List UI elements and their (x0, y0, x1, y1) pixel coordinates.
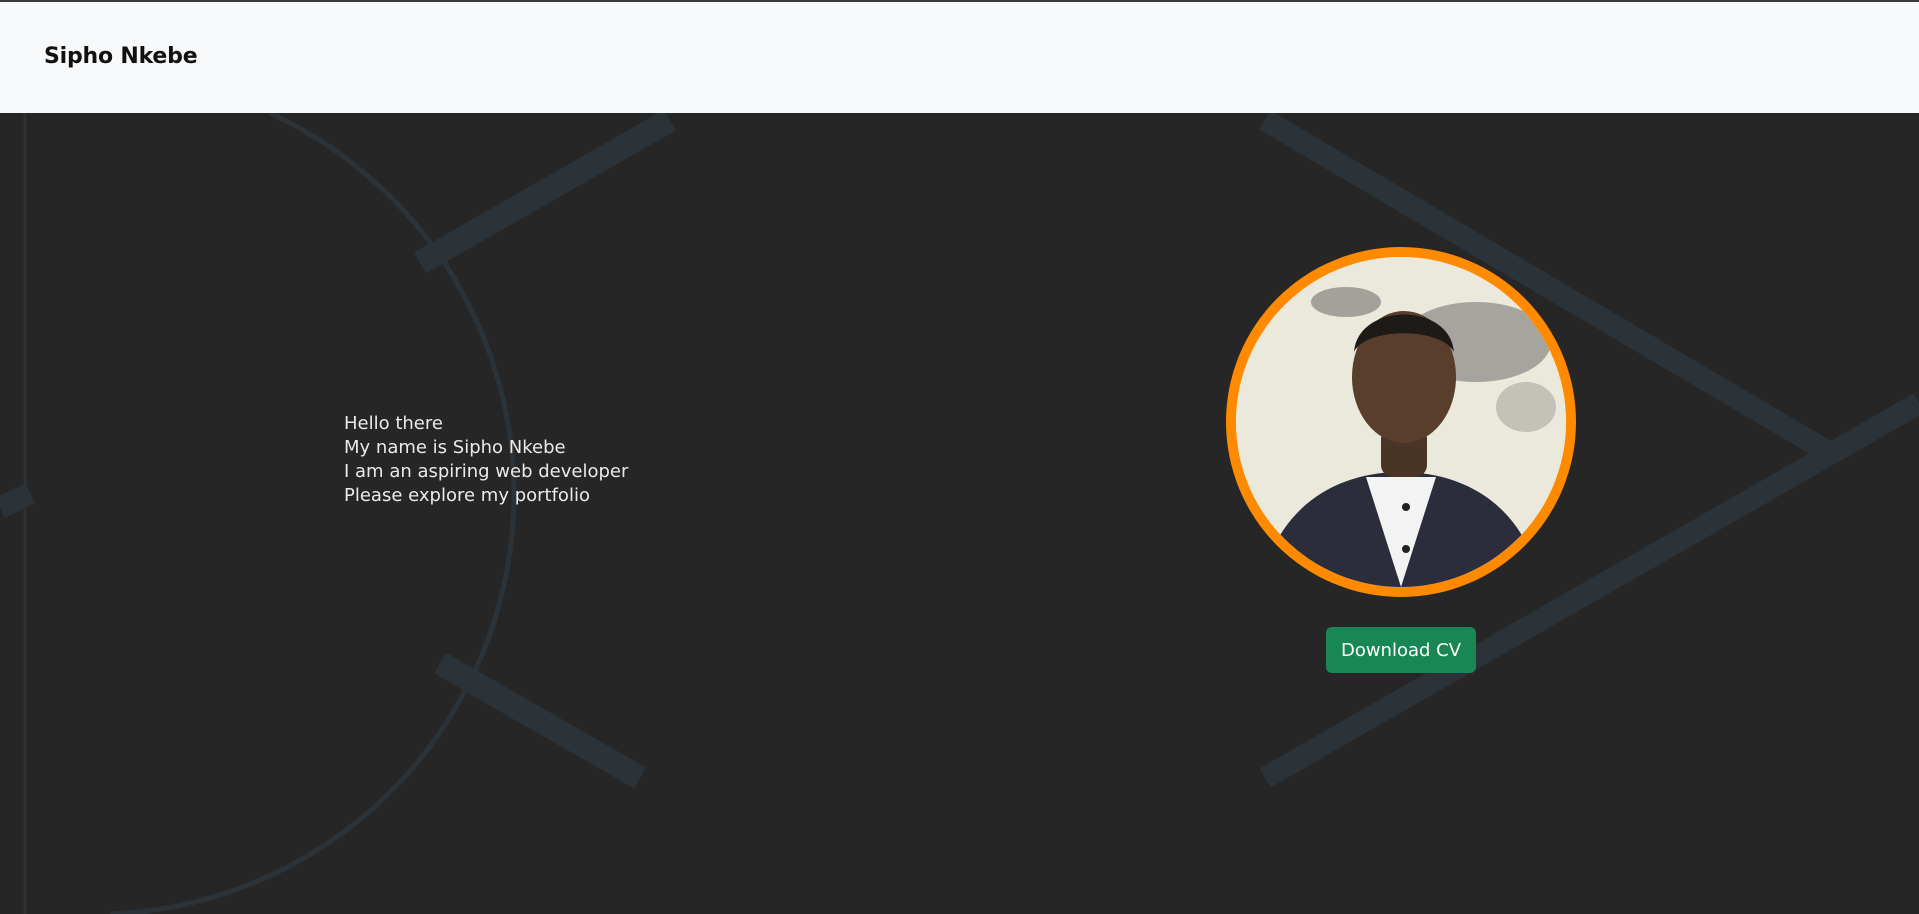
intro-line-role: I am an aspiring web developer (344, 461, 629, 482)
intro-line-name: My name is Sipho Nkebe (344, 437, 566, 458)
download-cv-button[interactable]: Download CV (1326, 627, 1476, 673)
avatar (1236, 257, 1566, 587)
hero-section: Hello there My name is Sipho Nkebe I am … (0, 113, 1919, 914)
navbar: Sipho Nkebe (0, 2, 1919, 113)
brand-link[interactable]: Sipho Nkebe (44, 44, 198, 69)
profile-photo-icon (1236, 257, 1566, 587)
avatar-frame (1226, 247, 1576, 597)
intro-line-invite: Please explore my portfolio (344, 485, 590, 506)
intro-line-greeting: Hello there (344, 413, 443, 434)
intro-text: Hello there My name is Sipho Nkebe I am … (344, 412, 628, 508)
background-decoration (0, 113, 1919, 914)
